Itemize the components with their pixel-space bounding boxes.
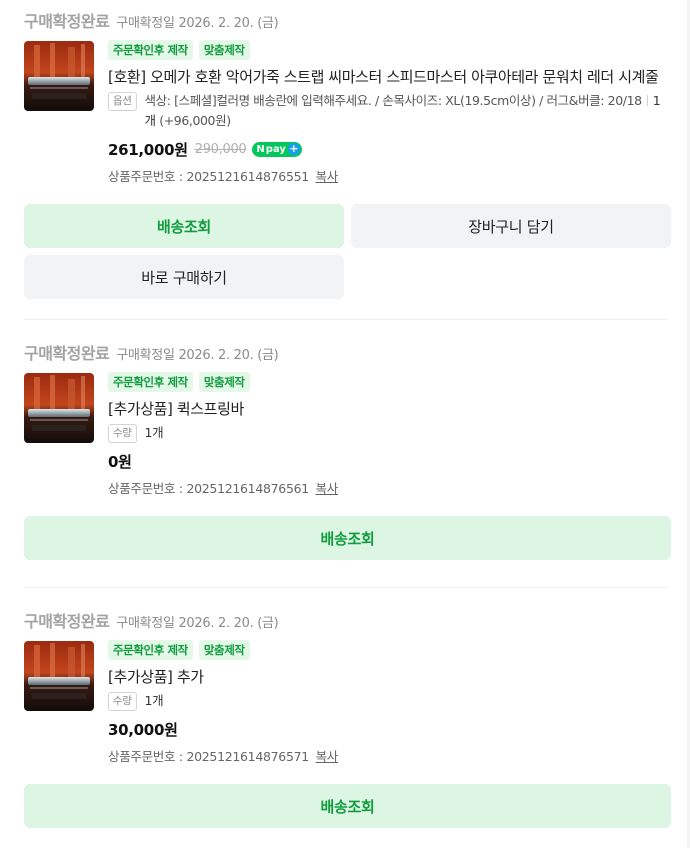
price: 0원 [108, 452, 132, 471]
confirm-date: 구매확정일 2026. 2. 20. (금) [116, 616, 279, 631]
price-row: 0원 [108, 449, 670, 473]
product-info: 주문확인후 제작 맞춤제작 [추가상품] 추가 수량 1개 30,000원 상품… [108, 640, 670, 767]
order-status-line: 구매확정완료 구매확정일 2026. 2. 20. (금) [24, 8, 279, 32]
price-row: 30,000원 [108, 717, 670, 741]
price: 261,000원 [108, 140, 188, 159]
option-detail: 색상: [스페셜]컬러명 배송란에 입력해주세요. / 손목사이즈: XL(19… [145, 91, 670, 131]
product-thumbnail[interactable] [24, 641, 94, 711]
made-after-order-badge: 주문확인후 제작 [108, 372, 193, 392]
order-number-text: 상품주문번호 : 2025121614876551 [108, 169, 309, 184]
custom-made-badge: 맞춤제작 [198, 372, 250, 392]
order-number: 상품주문번호 : 2025121614876561 복사 [108, 479, 670, 499]
product-thumbnail[interactable] [24, 41, 94, 111]
order-number: 상품주문번호 : 2025121614876551 복사 [108, 167, 670, 187]
order-status-line: 구매확정완료 구매확정일 2026. 2. 20. (금) [24, 608, 279, 632]
track-delivery-button[interactable]: 배송조회 [24, 204, 344, 248]
confirm-date: 구매확정일 2026. 2. 20. (금) [116, 16, 279, 31]
product-title[interactable]: [호환] 오메가 호환 악어가죽 스트랩 씨마스터 스피드마스터 아쿠아테라 문… [108, 66, 670, 88]
option-row: 옵션 색상: [스페셜]컬러명 배송란에 입력해주세요. / 손목사이즈: XL… [108, 91, 670, 131]
original-price: 290,000 [194, 141, 247, 157]
order-number: 상품주문번호 : 2025121614876571 복사 [108, 747, 670, 767]
product-info: 주문확인후 제작 맞춤제작 [추가상품] 퀵스프링바 수량 1개 0원 상품주문… [108, 372, 670, 499]
option-tag: 옵션 [108, 92, 137, 111]
quantity-row: 수량 1개 [108, 691, 670, 711]
quantity-tag: 수량 [108, 692, 137, 711]
copy-order-number-link[interactable]: 복사 [316, 481, 339, 496]
quantity-row: 수량 1개 [108, 423, 670, 443]
product-title[interactable]: [추가상품] 추가 [108, 666, 670, 688]
price: 30,000원 [108, 720, 178, 739]
add-to-cart-button[interactable]: 장바구니 담기 [351, 204, 671, 248]
product-info: 주문확인후 제작 맞춤제작 [호환] 오메가 호환 악어가죽 스트랩 씨마스터 … [108, 40, 670, 187]
custom-made-badge: 맞춤제작 [198, 640, 250, 660]
order-history-page: 구매확정완료 구매확정일 2026. 2. 20. (금) 주문확인후 제작 맞… [0, 0, 690, 848]
badge-group: 주문확인후 제작 맞춤제작 [108, 40, 670, 60]
order-divider [24, 587, 668, 588]
quantity: 1개 [144, 425, 164, 440]
order-divider [24, 319, 668, 320]
copy-order-number-link[interactable]: 복사 [316, 749, 339, 764]
quantity: 1개 [144, 693, 164, 708]
order-number-text: 상품주문번호 : 2025121614876571 [108, 749, 309, 764]
buy-now-button[interactable]: 바로 구매하기 [24, 255, 344, 299]
npay-plus-icon: Npay + [252, 141, 302, 157]
product-thumbnail[interactable] [24, 373, 94, 443]
price-row: 261,000원 290,000 Npay + [108, 137, 670, 161]
product-title[interactable]: [추가상품] 퀵스프링바 [108, 398, 670, 420]
track-delivery-button[interactable]: 배송조회 [24, 516, 671, 560]
badge-group: 주문확인후 제작 맞춤제작 [108, 372, 670, 392]
copy-order-number-link[interactable]: 복사 [316, 169, 339, 184]
made-after-order-badge: 주문확인후 제작 [108, 40, 193, 60]
order-status-line: 구매확정완료 구매확정일 2026. 2. 20. (금) [24, 340, 279, 364]
extra-price: (+96,000원) [159, 113, 231, 128]
confirm-date: 구매확정일 2026. 2. 20. (금) [116, 348, 279, 363]
track-delivery-button[interactable]: 배송조회 [24, 784, 671, 828]
order-status: 구매확정완료 [24, 612, 110, 631]
separator [646, 95, 648, 106]
custom-made-badge: 맞춤제작 [198, 40, 250, 60]
order-status: 구매확정완료 [24, 344, 110, 363]
option-text: 색상: [스페셜]컬러명 배송란에 입력해주세요. / 손목사이즈: XL(19… [144, 93, 643, 108]
order-number-text: 상품주문번호 : 2025121614876561 [108, 481, 309, 496]
made-after-order-badge: 주문확인후 제작 [108, 640, 193, 660]
quantity-tag: 수량 [108, 424, 137, 443]
order-status: 구매확정완료 [24, 12, 110, 31]
badge-group: 주문확인후 제작 맞춤제작 [108, 640, 670, 660]
